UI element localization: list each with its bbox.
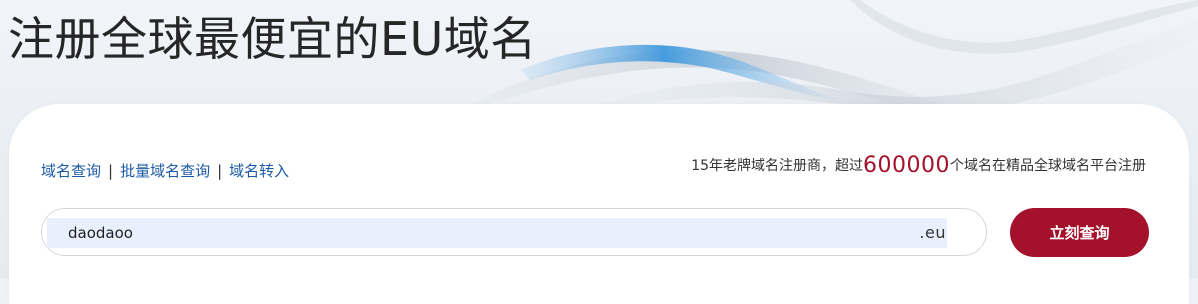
- domain-search-box: .eu: [41, 208, 987, 256]
- link-separator: |: [108, 162, 114, 180]
- promo-text: 15年老牌域名注册商，超过600000个域名在精品全球域名平台注册: [691, 153, 1146, 178]
- link-domain-transfer[interactable]: 域名转入: [229, 162, 289, 180]
- link-domain-search[interactable]: 域名查询: [41, 162, 101, 180]
- link-separator: |: [217, 162, 223, 180]
- search-panel: [9, 104, 1189, 304]
- domain-search-input[interactable]: [47, 218, 947, 248]
- search-mode-links: 域名查询 | 批量域名查询 | 域名转入: [41, 160, 289, 181]
- tld-suffix: .eu: [919, 223, 946, 242]
- search-button[interactable]: 立刻查询: [1010, 208, 1149, 257]
- promo-domain-count: 600000: [863, 153, 950, 178]
- promo-suffix: 个域名在精品全球域名平台注册: [950, 158, 1146, 174]
- promo-prefix: 15年老牌域名注册商，超过: [691, 158, 864, 174]
- page-title: 注册全球最便宜的EU域名: [8, 12, 537, 66]
- link-bulk-domain-search[interactable]: 批量域名查询: [120, 162, 210, 180]
